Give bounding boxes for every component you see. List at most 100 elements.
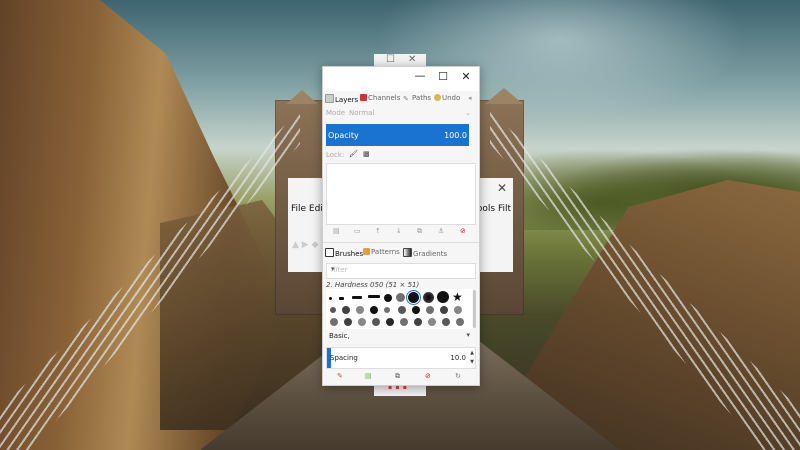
new-layer-group-icon[interactable]: ▭	[354, 227, 361, 235]
brush-swatch[interactable]	[442, 318, 450, 326]
spacing-spinner[interactable]: Spacing 10.0 ▲ ▼	[326, 347, 476, 369]
brushes-toolbar: ✎ ▤ ⧉ ⊘ ↻	[323, 372, 479, 384]
brush-swatch[interactable]	[423, 292, 434, 303]
brush-swatch[interactable]	[339, 297, 344, 300]
lower-layer-icon[interactable]: ↓	[396, 227, 402, 235]
duplicate-brush-icon[interactable]: ⧉	[395, 372, 400, 381]
star-brush-icon[interactable]: ★	[452, 291, 464, 303]
brush-swatch[interactable]	[386, 318, 394, 326]
brush-swatch[interactable]	[344, 318, 352, 326]
tab-menu-icon[interactable]: ◂	[468, 94, 472, 102]
lock-alpha-icon[interactable]: ▩	[363, 150, 370, 158]
brush-swatch[interactable]	[330, 307, 336, 313]
maximize-icon[interactable]: ☐	[436, 70, 450, 83]
opacity-label: Opacity	[328, 131, 359, 140]
preset-value: Basic,	[329, 332, 350, 340]
brush-swatch[interactable]	[329, 297, 332, 300]
layers-list[interactable]	[326, 163, 476, 225]
titlebar[interactable]: — ☐ ✕	[323, 67, 479, 91]
tab-label: Layers	[335, 96, 359, 104]
brush-swatch[interactable]	[372, 318, 380, 326]
brush-swatch[interactable]	[384, 307, 390, 313]
divider	[323, 242, 479, 243]
brush-swatch[interactable]	[370, 306, 378, 314]
tab-label: Undo	[442, 94, 461, 102]
edit-brush-icon[interactable]: ✎	[337, 372, 343, 380]
brushes-icon	[325, 248, 334, 257]
lock-label: Lock:	[326, 151, 345, 159]
paths-icon: ✎	[403, 95, 409, 103]
brush-swatch[interactable]	[400, 318, 408, 326]
spacing-value[interactable]: 10.0	[450, 354, 466, 362]
toolbox-icons: ▲ ▶ ◆	[292, 240, 319, 250]
brush-swatch[interactable]	[342, 306, 350, 314]
dock-tabs-top: Layers Channels ✎ Paths Undo ◂	[323, 92, 479, 106]
opacity-value[interactable]: 100.0	[444, 131, 467, 140]
refresh-brushes-icon[interactable]: ↻	[455, 372, 461, 380]
chevron-down-icon[interactable]: ⌄	[465, 109, 471, 117]
brush-swatch[interactable]	[358, 318, 366, 326]
tab-brushes[interactable]: Brushes	[325, 248, 363, 258]
close-icon[interactable]: ✕	[459, 70, 473, 83]
gradients-icon	[403, 248, 412, 257]
tab-channels[interactable]: Channels	[360, 94, 400, 102]
tab-undo[interactable]: Undo	[434, 94, 460, 102]
duplicate-layer-icon[interactable]: ⧉	[417, 227, 422, 236]
anchor-layer-icon[interactable]: ⚓	[438, 227, 444, 235]
chevron-down-icon[interactable]: ▾	[466, 331, 470, 339]
brush-swatch[interactable]	[396, 293, 405, 302]
brush-swatch[interactable]	[428, 318, 436, 326]
tab-gradients[interactable]: Gradients	[403, 248, 447, 258]
tab-patterns[interactable]: Patterns	[363, 248, 400, 256]
selected-brush-name: 2. Hardness 050 (51 × 51)	[326, 281, 420, 289]
tab-label: Paths	[412, 94, 432, 102]
layers-toolbar: ▤ ▭ ↑ ↓ ⧉ ⚓ ⊘	[323, 227, 479, 239]
menubar-left[interactable]: File Edi	[291, 204, 323, 214]
maximize-icon[interactable]: ☐	[386, 54, 395, 65]
opacity-slider[interactable]: Opacity 100.0	[326, 124, 469, 146]
brush-swatch[interactable]	[414, 318, 422, 326]
new-layer-icon[interactable]: ▤	[333, 227, 340, 235]
brush-swatch[interactable]	[454, 306, 462, 314]
tab-label: Patterns	[371, 248, 400, 256]
layers-icon	[325, 94, 334, 103]
spin-arrows-icon[interactable]: ▲ ▼	[470, 349, 474, 367]
spacing-label: Spacing	[330, 354, 358, 362]
brush-swatch[interactable]	[368, 295, 380, 298]
minimize-icon[interactable]: —	[413, 69, 427, 82]
brush-swatch[interactable]	[437, 291, 449, 303]
close-icon[interactable]: ✕	[497, 181, 507, 195]
brush-swatch[interactable]	[412, 306, 420, 314]
brush-filter-input[interactable]: filter ▾	[326, 263, 476, 279]
gimp-dock-window[interactable]: — ☐ ✕ Layers Channels ✎ Paths Undo ◂ Mode…	[322, 66, 480, 386]
close-icon[interactable]: ✕	[408, 54, 416, 65]
patterns-icon	[363, 248, 370, 255]
channels-icon	[360, 94, 367, 101]
delete-brush-icon[interactable]: ⊘	[425, 372, 431, 380]
brush-grid-scrollbar[interactable]	[473, 290, 476, 328]
mode-value[interactable]: Normal	[349, 109, 374, 117]
brush-swatch[interactable]	[456, 318, 464, 326]
tab-label: Brushes	[335, 250, 364, 258]
tab-label: Gradients	[413, 250, 448, 258]
raise-layer-icon[interactable]: ↑	[375, 227, 381, 235]
tab-layers[interactable]: Layers	[325, 94, 358, 104]
mode-label: Mode	[326, 109, 346, 117]
tab-paths[interactable]: ✎ Paths	[403, 94, 432, 103]
chevron-down-icon[interactable]: ▾	[331, 265, 471, 273]
brush-swatch[interactable]	[398, 306, 406, 314]
brush-preset-select[interactable]: Basic, ▾	[326, 330, 474, 344]
undo-icon	[434, 94, 441, 101]
brush-swatch[interactable]	[330, 318, 338, 326]
delete-layer-icon[interactable]: ⊘	[460, 227, 466, 235]
brush-swatch[interactable]	[356, 306, 364, 314]
new-brush-icon[interactable]: ▤	[365, 372, 372, 380]
brush-grid[interactable]: ★	[326, 289, 472, 329]
brush-swatch-selected[interactable]	[406, 290, 421, 305]
brush-swatch[interactable]	[440, 306, 448, 314]
brush-swatch[interactable]	[384, 294, 392, 302]
brush-swatch[interactable]	[352, 296, 362, 299]
lock-pixels-icon[interactable]: 🖌	[349, 150, 358, 158]
tab-label: Channels	[368, 94, 401, 102]
brush-swatch[interactable]	[426, 306, 434, 314]
